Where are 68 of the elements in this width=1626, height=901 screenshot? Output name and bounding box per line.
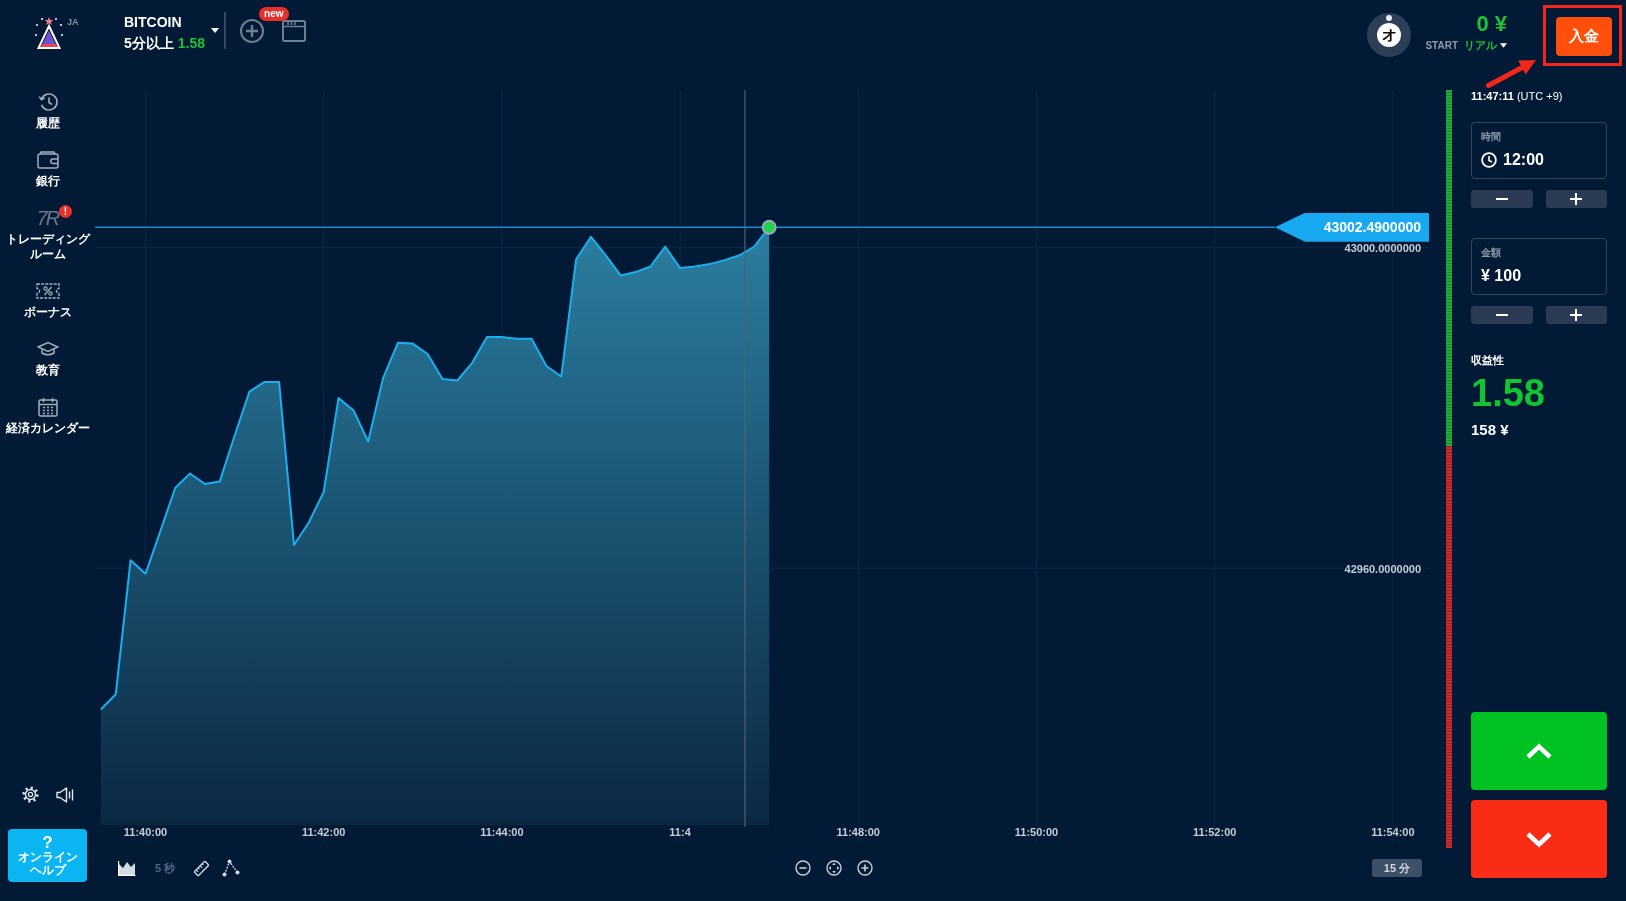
account-label: START bbox=[1425, 39, 1458, 52]
increase-button[interactable] bbox=[1545, 306, 1607, 324]
account-mode-button[interactable]: リアル bbox=[1464, 39, 1507, 52]
price-marker-icon bbox=[761, 219, 777, 235]
zoom-out-icon[interactable] bbox=[795, 860, 811, 876]
price-tag: 43002.4900000 bbox=[1275, 212, 1429, 242]
caret-icon[interactable] bbox=[211, 28, 220, 33]
plus-icon bbox=[1570, 193, 1583, 205]
axis-label: 11:50:00 bbox=[1014, 826, 1059, 838]
profit-amount: 158 ¥ bbox=[1471, 421, 1510, 439]
decrease-button[interactable] bbox=[1471, 306, 1533, 324]
clock-icon bbox=[1481, 152, 1497, 168]
nav-item[interactable]: ボーナス bbox=[23, 281, 72, 320]
amount-field[interactable]: 金額 ¥ 100 bbox=[1471, 238, 1607, 295]
alert-badge: ! bbox=[59, 205, 72, 218]
axis-label: 11:44:00 bbox=[480, 826, 524, 838]
timeframe-button[interactable]: 15 分 bbox=[1372, 859, 1422, 877]
minus-icon bbox=[1495, 198, 1508, 200]
trading-room-logo: 7R bbox=[36, 208, 59, 228]
axis-label: 42960.0000000 bbox=[1344, 562, 1421, 575]
nav-item[interactable]: 銀行 bbox=[35, 150, 60, 189]
axis-label: 11:4 bbox=[669, 826, 691, 838]
wallet-icon bbox=[36, 150, 59, 170]
avatar[interactable]: オ bbox=[1367, 13, 1412, 57]
zoom-in-icon[interactable] bbox=[857, 860, 873, 876]
annotation-arrow bbox=[1486, 58, 1536, 88]
line-tool-icon[interactable] bbox=[222, 859, 241, 877]
axis-label: 11:52:00 bbox=[1192, 826, 1237, 838]
axis-label: 11:48:00 bbox=[836, 826, 880, 838]
add-icon[interactable] bbox=[240, 19, 265, 43]
history-icon bbox=[37, 92, 58, 112]
axis-label: 43000.0000000 bbox=[1344, 241, 1421, 254]
language-label[interactable]: JA bbox=[67, 17, 79, 27]
server-time: 11:47:11 (UTC +9) bbox=[1471, 90, 1564, 102]
field-label: 金額 bbox=[1481, 247, 1502, 259]
speaker-icon[interactable] bbox=[55, 786, 74, 803]
ruler-icon[interactable] bbox=[193, 859, 211, 877]
plus-icon bbox=[1570, 309, 1583, 321]
time-field[interactable]: 時間 12:00 bbox=[1471, 122, 1607, 179]
expiry-condition: 5分以上 bbox=[124, 34, 174, 52]
field-value: 12:00 bbox=[1503, 151, 1544, 169]
nav-item[interactable]: 教育 bbox=[35, 339, 60, 378]
axis-label: 11:40:00 bbox=[123, 826, 168, 838]
calendar-icon bbox=[37, 397, 58, 417]
payout-label: 収益性 bbox=[1471, 354, 1505, 367]
field-value: ¥ 100 bbox=[1481, 267, 1522, 285]
percent-ticket-icon bbox=[35, 281, 60, 301]
decrease-button[interactable] bbox=[1471, 190, 1533, 208]
payout-rate: 1.58 bbox=[1471, 373, 1546, 413]
chevron-down-icon bbox=[1525, 830, 1553, 848]
minus-icon bbox=[1495, 314, 1508, 316]
axis-label: 11:54:00 bbox=[1371, 826, 1415, 838]
increase-button[interactable] bbox=[1545, 190, 1607, 208]
settings-icon[interactable] bbox=[21, 786, 39, 803]
nav-item[interactable]: 履歴 bbox=[35, 92, 60, 131]
zoom-fit-icon[interactable] bbox=[826, 860, 842, 876]
new-badge: new bbox=[259, 7, 289, 21]
field-label: 時間 bbox=[1481, 131, 1502, 143]
payout-rate: 1.58 bbox=[177, 34, 206, 52]
logo-icon bbox=[34, 16, 64, 50]
nav-item[interactable]: 経済カレンダー bbox=[5, 397, 90, 436]
caret-icon bbox=[1500, 43, 1507, 48]
axis-label: 11:42:00 bbox=[301, 826, 346, 838]
asset-name[interactable]: BITCOIN bbox=[124, 13, 206, 31]
area-chart-icon[interactable] bbox=[118, 860, 136, 876]
balance-amount: 0 ¥ bbox=[1476, 12, 1507, 36]
chevron-up-icon bbox=[1525, 742, 1553, 760]
window-icon[interactable] bbox=[282, 20, 307, 42]
